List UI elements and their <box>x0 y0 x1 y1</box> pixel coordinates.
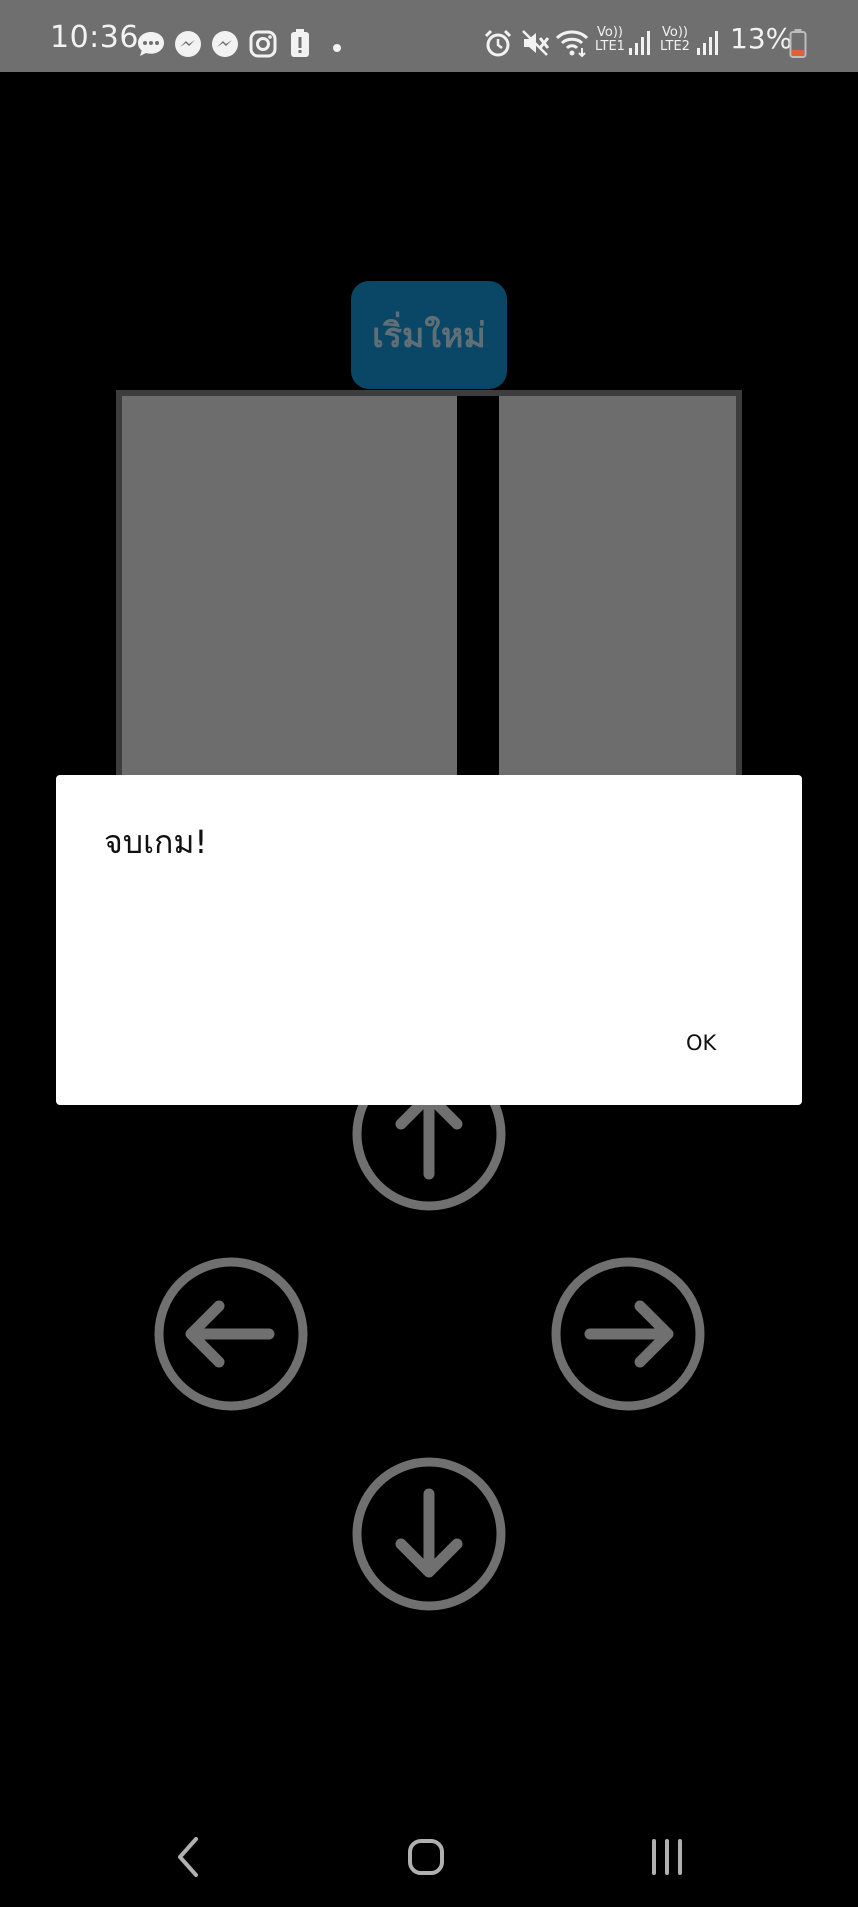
ok-button[interactable]: OK <box>680 1027 722 1059</box>
home-button[interactable] <box>406 1835 446 1883</box>
instagram-icon <box>248 29 278 63</box>
alarm-icon <box>483 28 513 62</box>
dot-icon <box>332 38 342 57</box>
right-button[interactable] <box>550 1256 706 1412</box>
signal-icon <box>628 30 652 60</box>
status-bar: 10:36 Vo)) LTE1 Vo)) LTE2 13% <box>0 0 858 72</box>
sim2-label: LTE2 <box>660 39 690 54</box>
home-icon <box>408 1839 444 1875</box>
status-time: 10:36 <box>50 20 139 55</box>
volte2-label: Vo)) LTE2 <box>658 26 692 54</box>
down-button[interactable] <box>351 1456 507 1612</box>
recents-button[interactable] <box>648 1835 688 1883</box>
restart-button[interactable]: เริ่มใหม่ <box>351 281 507 389</box>
wifi-icon <box>555 28 589 62</box>
volte-label: Vo)) <box>597 25 623 40</box>
phone-screen: 10:36 Vo)) LTE1 Vo)) LTE2 13% เริ่มใหม่ … <box>0 0 858 1907</box>
volte-label: Vo)) <box>662 25 688 40</box>
restart-label: เริ่มใหม่ <box>372 316 486 356</box>
back-button[interactable] <box>170 1835 206 1883</box>
board-cell-left <box>122 396 457 790</box>
recents-icon <box>652 1839 682 1875</box>
battery-alert-icon <box>289 28 311 62</box>
back-icon <box>178 1837 198 1877</box>
arrow-left-icon <box>154 1257 308 1411</box>
arrow-right-icon <box>551 1257 705 1411</box>
sim1-label: LTE1 <box>595 39 625 54</box>
battery-percent: 13% <box>730 22 793 55</box>
chat-bubble-icon <box>136 30 166 62</box>
board-cell-right <box>499 396 736 790</box>
left-button[interactable] <box>153 1256 309 1412</box>
game-board <box>116 390 742 790</box>
board-gap <box>457 396 499 790</box>
volte1-label: Vo)) LTE1 <box>593 26 627 54</box>
dialog-message: จบเกม! <box>104 823 208 861</box>
messenger-icon <box>173 29 203 63</box>
mute-icon <box>520 28 550 62</box>
battery-icon <box>789 28 807 62</box>
messenger-icon <box>210 29 240 63</box>
signal-icon <box>696 30 720 60</box>
arrow-down-icon <box>352 1457 506 1611</box>
game-over-dialog: จบเกม! OK <box>56 775 802 1105</box>
